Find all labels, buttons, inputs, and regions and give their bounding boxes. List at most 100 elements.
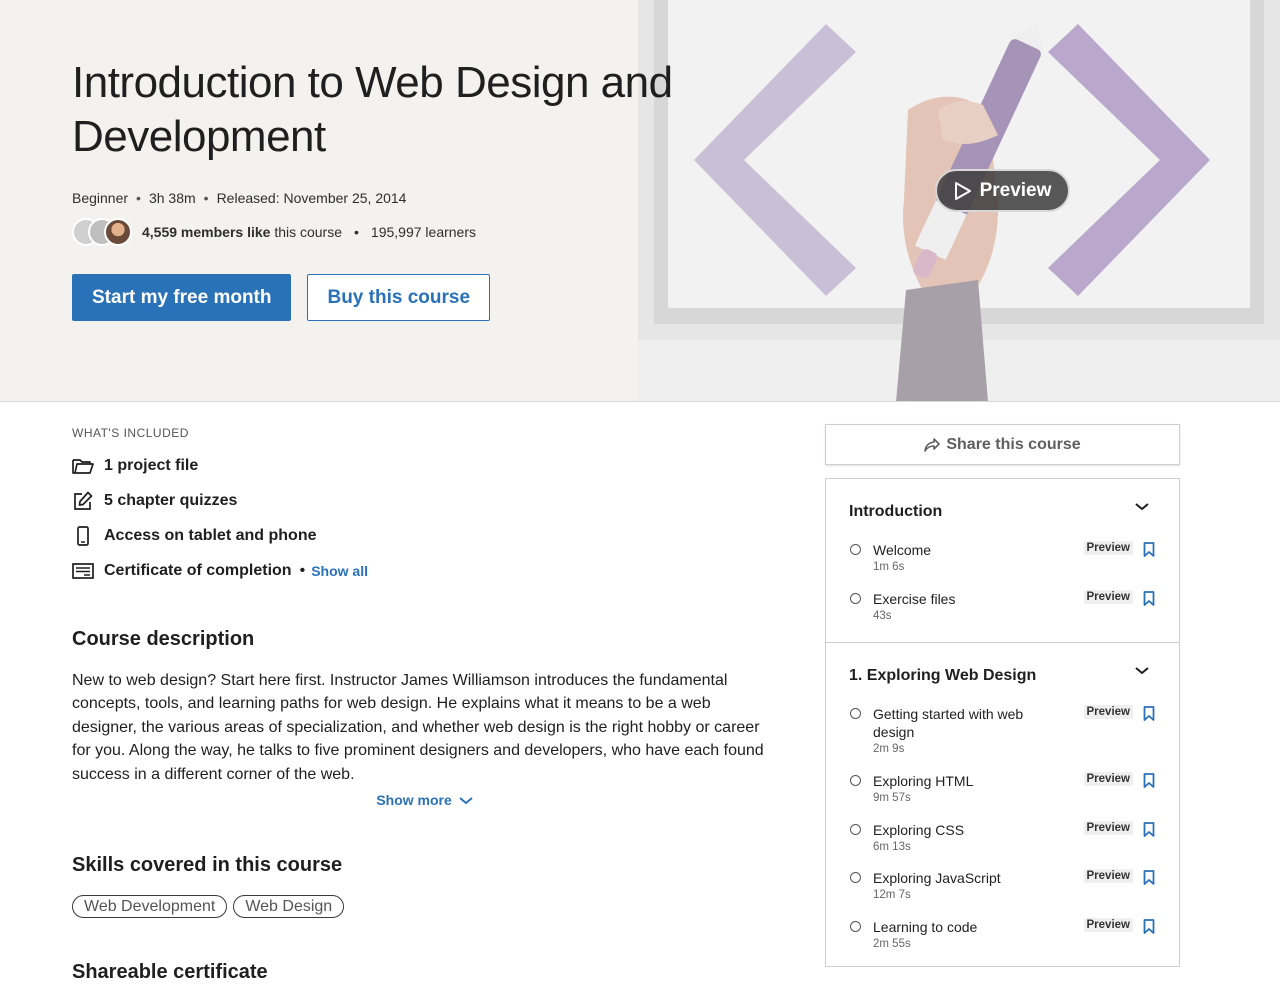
lesson-item[interactable]: Exploring CSS 6m 13s Preview <box>849 820 1155 870</box>
lesson-duration: 43s <box>873 609 892 622</box>
separator-dot: • <box>354 224 359 240</box>
show-more-label: Show more <box>376 792 452 809</box>
progress-circle-icon <box>850 592 861 604</box>
skill-pill-web-development[interactable]: Web Development <box>72 895 228 919</box>
avatar <box>104 218 132 246</box>
lesson-duration: 9m 57s <box>873 792 911 804</box>
lesson-title: Exercise files <box>873 590 956 607</box>
progress-circle-icon <box>850 544 861 555</box>
chapter-title[interactable]: Introduction <box>849 503 1179 521</box>
lesson-duration: 1m 6s <box>873 561 905 573</box>
included-item-label: Certificate of completion <box>104 561 292 579</box>
lesson-item[interactable]: Getting started with web design 2m 9s Pr… <box>849 705 1155 772</box>
share-icon <box>924 437 941 452</box>
folder-icon <box>72 455 94 477</box>
included-list: 1 project file 5 chapter quizzes Access … <box>72 448 772 588</box>
lesson-duration: 12m 7s <box>873 889 911 901</box>
play-icon <box>954 181 971 200</box>
skills-heading: Skills covered in this course <box>72 854 343 877</box>
preview-badge: Preview <box>1083 869 1133 883</box>
separator-dot: • <box>203 190 209 206</box>
chapter-title[interactable]: 1. Exploring Web Design <box>849 667 1179 685</box>
sidebar: Share this course Introduction Welcome 1… <box>825 424 1180 967</box>
separator-dot: • <box>136 190 141 206</box>
bookmark-icon[interactable] <box>1143 870 1155 885</box>
included-item: 1 project file <box>72 448 772 483</box>
learners-count: 195,997 learners <box>370 224 476 240</box>
lesson-title: Learning to code <box>873 918 978 935</box>
lesson-list: Welcome 1m 6s Preview Exercise files 43s… <box>849 541 1179 642</box>
preview-badge: Preview <box>1083 705 1133 719</box>
progress-circle-icon <box>850 823 861 835</box>
lesson-title: Getting started with web design <box>873 706 1024 740</box>
lesson-title: Exploring JavaScript <box>873 870 1001 886</box>
lesson-list: Getting started with web design 2m 9s Pr… <box>849 705 1179 966</box>
course-details: WHAT'S INCLUDED 1 project file 5 chapter… <box>72 426 772 984</box>
preview-button[interactable]: Preview <box>935 169 1070 212</box>
preview-badge: Preview <box>1083 917 1133 932</box>
description-heading: Course description <box>72 628 255 650</box>
lesson-title: Exploring HTML <box>873 773 974 789</box>
bookmark-icon[interactable] <box>1143 542 1155 557</box>
whats-included-label: WHAT'S INCLUDED <box>72 426 189 440</box>
bookmark-icon[interactable] <box>1143 590 1155 606</box>
chapter-introduction: Introduction Welcome 1m 6s Preview Exerc… <box>826 479 1179 642</box>
cta-row: Start my free month Buy this course <box>72 274 712 321</box>
quiz-icon <box>72 490 94 512</box>
lesson-title: Exploring CSS <box>873 821 965 838</box>
member-avatars <box>72 218 132 246</box>
certificate-icon <box>72 560 94 582</box>
separator-dot: • <box>299 561 306 579</box>
likes-count: 4,559 members like this course <box>142 224 343 240</box>
included-item-label: Access on tablet and phone <box>104 526 317 544</box>
lesson-item[interactable]: Learning to code 2m 55s Preview <box>849 917 1155 967</box>
lesson-duration: 2m 55s <box>873 937 911 950</box>
preview-badge: Preview <box>1083 820 1133 835</box>
course-description: New to web design? Start here first. Ins… <box>72 672 764 783</box>
chapter-exploring-web-design: 1. Exploring Web Design Getting started … <box>826 642 1179 966</box>
lesson-duration: 2m 9s <box>873 743 905 755</box>
course-meta: Beginner • 3h 38m • Released: November 2… <box>72 190 712 206</box>
chevron-down-icon[interactable] <box>1135 667 1149 675</box>
bookmark-icon[interactable] <box>1143 773 1155 788</box>
bookmark-icon[interactable] <box>1143 821 1155 837</box>
preview-badge: Preview <box>1083 541 1133 555</box>
lesson-duration: 6m 13s <box>873 840 911 853</box>
page-title: Introduction to Web Design and Developme… <box>72 58 673 161</box>
progress-circle-icon <box>850 872 861 883</box>
table-of-contents: Introduction Welcome 1m 6s Preview Exerc… <box>825 478 1180 967</box>
progress-circle-icon <box>850 920 861 932</box>
share-course-button[interactable]: Share this course <box>825 424 1180 465</box>
progress-circle-icon <box>850 775 861 786</box>
progress-circle-icon <box>850 708 861 719</box>
show-all-link[interactable]: Show all <box>311 563 368 579</box>
included-item: 5 chapter quizzes <box>72 483 772 518</box>
course-duration: 3h 38m <box>148 190 196 206</box>
show-more-button[interactable]: Show more <box>72 792 777 808</box>
share-label: Share this course <box>946 435 1081 453</box>
skill-pill-web-design[interactable]: Web Design <box>233 895 345 919</box>
course-level: Beginner <box>72 190 129 206</box>
start-free-month-button[interactable]: Start my free month <box>72 274 292 321</box>
included-item: Access on tablet and phone <box>72 518 772 553</box>
preview-badge: Preview <box>1083 589 1133 604</box>
chevron-down-icon <box>459 797 473 805</box>
bookmark-icon[interactable] <box>1143 918 1155 934</box>
chevron-down-icon[interactable] <box>1135 503 1149 511</box>
bookmark-icon[interactable] <box>1143 706 1155 721</box>
lesson-item[interactable]: Exploring HTML 9m 57s Preview <box>849 772 1155 821</box>
lesson-item[interactable]: Exploring JavaScript 12m 7s Preview <box>849 869 1155 918</box>
lesson-item[interactable]: Welcome 1m 6s Preview <box>849 541 1155 590</box>
phone-icon <box>72 525 94 547</box>
buy-course-button[interactable]: Buy this course <box>307 274 491 321</box>
included-item-label: 5 chapter quizzes <box>104 491 238 509</box>
preview-badge: Preview <box>1083 772 1133 786</box>
lesson-title: Welcome <box>873 542 932 558</box>
preview-label: Preview <box>979 179 1052 201</box>
lesson-item[interactable]: Exercise files 43s Preview <box>849 589 1155 639</box>
skills-list: Web Development Web Design <box>72 895 772 919</box>
social-proof: 4,559 members like this course • 195,997… <box>72 218 712 246</box>
hero-banner: Introduction to Web Design and Developme… <box>0 0 1280 402</box>
certificate-heading: Shareable certificate <box>72 961 268 984</box>
included-item-label: 1 project file <box>104 456 199 474</box>
